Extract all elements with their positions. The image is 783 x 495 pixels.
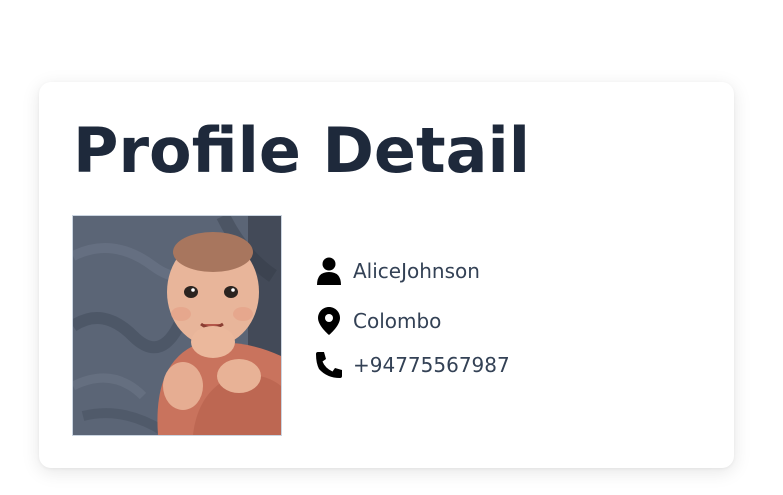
profile-city-row: Colombo [315,306,441,336]
profile-phone: +94775567987 [353,353,510,377]
profile-city: Colombo [353,309,442,333]
profile-phone-row: +94775567987 [315,350,510,380]
profile-card: Profile Detail AliceJohnson Colombo +947… [39,82,734,468]
page-title: Profile Detail [73,114,530,187]
user-icon [315,257,343,285]
phone-icon [315,351,343,379]
profile-name: AliceJohnson [353,259,480,283]
profile-photo [72,215,282,436]
location-pin-icon [315,307,343,335]
profile-name-row: AliceJohnson [315,256,480,286]
